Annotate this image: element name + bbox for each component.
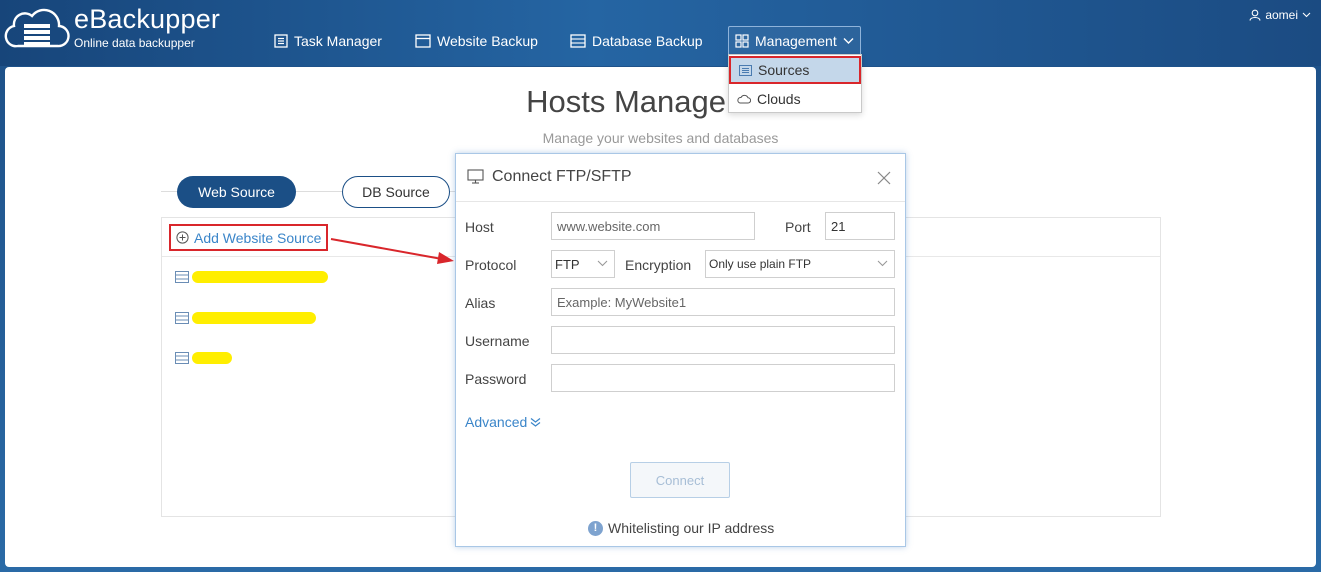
- encryption-label: Encryption: [625, 257, 692, 273]
- dialog-header: Connect FTP/SFTP: [456, 154, 905, 202]
- source-item[interactable]: [175, 310, 316, 326]
- browser-window-icon: [415, 34, 431, 48]
- nav-task-manager-label: Task Manager: [294, 33, 382, 49]
- annotation-arrow: [330, 238, 454, 264]
- monitor-icon: [467, 169, 484, 184]
- nav-management-label: Management: [755, 33, 837, 49]
- chevron-down-icon: [843, 38, 854, 44]
- info-icon: !: [588, 520, 603, 536]
- alias-input[interactable]: [551, 288, 895, 316]
- close-icon[interactable]: [876, 170, 892, 186]
- tab-web-source[interactable]: Web Source: [177, 176, 296, 208]
- server-icon: [175, 271, 189, 283]
- protocol-select[interactable]: FTP: [551, 250, 615, 278]
- encryption-value: Only use plain FTP: [709, 257, 812, 271]
- app-header: eBackupper Online data backupper Task Ma…: [0, 0, 1321, 66]
- redacted-source-name: [192, 271, 328, 283]
- chevron-down-icon: [877, 260, 888, 267]
- password-label: Password: [465, 371, 527, 387]
- host-input[interactable]: [551, 212, 755, 240]
- encryption-select[interactable]: Only use plain FTP: [705, 250, 895, 278]
- user-menu[interactable]: aomei: [1249, 8, 1311, 22]
- page-subtitle: Manage your websites and databases: [542, 130, 779, 146]
- nav-database-backup-label: Database Backup: [592, 33, 703, 49]
- tab-db-source[interactable]: DB Source: [342, 176, 450, 208]
- cloud-server-logo-icon: [4, 8, 70, 48]
- password-input[interactable]: [551, 364, 895, 392]
- list-icon: [739, 64, 752, 76]
- port-label: Port: [785, 219, 811, 235]
- add-website-source-label: Add Website Source: [194, 229, 322, 246]
- task-list-icon: [274, 34, 288, 48]
- database-rows-icon: [570, 34, 586, 48]
- nav-website-backup[interactable]: Website Backup: [415, 26, 538, 56]
- server-icon: [175, 352, 189, 364]
- whitelist-link[interactable]: ! Whitelisting our IP address: [588, 520, 774, 536]
- double-chevron-down-icon: [530, 417, 541, 427]
- menu-item-clouds-label: Clouds: [757, 91, 801, 107]
- username-label: Username: [465, 333, 530, 349]
- plus-circle-icon: [176, 231, 189, 244]
- menu-item-sources-label: Sources: [758, 62, 810, 78]
- advanced-toggle[interactable]: Advanced: [465, 414, 541, 430]
- menu-item-clouds[interactable]: Clouds: [729, 85, 861, 113]
- page-title: Hosts Management: [526, 84, 795, 119]
- nav-management[interactable]: Management: [728, 26, 861, 56]
- source-item[interactable]: [175, 350, 232, 366]
- server-icon: [175, 312, 189, 324]
- protocol-label: Protocol: [465, 257, 517, 273]
- redacted-source-name: [192, 312, 316, 324]
- alias-label: Alias: [465, 295, 496, 311]
- whitelist-label: Whitelisting our IP address: [608, 520, 775, 536]
- nav-task-manager[interactable]: Task Manager: [274, 26, 382, 56]
- cloud-icon: [737, 94, 751, 104]
- connect-button[interactable]: Connect: [630, 462, 730, 498]
- host-label: Host: [465, 219, 494, 235]
- source-item[interactable]: [175, 269, 328, 285]
- add-website-source-button[interactable]: Add Website Source: [169, 224, 329, 251]
- nav-database-backup[interactable]: Database Backup: [570, 26, 703, 56]
- advanced-label: Advanced: [465, 414, 528, 430]
- chevron-down-icon: [597, 260, 608, 267]
- user-name: aomei: [1265, 8, 1298, 22]
- nav-website-backup-label: Website Backup: [437, 33, 538, 49]
- redacted-source-name: [192, 352, 232, 364]
- port-input[interactable]: [825, 212, 895, 240]
- management-dropdown: Sources Clouds: [728, 54, 862, 113]
- protocol-value: FTP: [555, 256, 580, 272]
- username-input[interactable]: [551, 326, 895, 354]
- dialog-title: Connect FTP/SFTP: [492, 168, 632, 185]
- grid-icon: [735, 34, 749, 48]
- connect-ftp-dialog: Connect FTP/SFTP Host Port Protocol FTP …: [455, 153, 906, 547]
- brand-name: eBackupper: [74, 4, 221, 34]
- user-icon: [1249, 9, 1261, 21]
- menu-item-sources[interactable]: Sources: [729, 56, 861, 84]
- brand-tagline: Online data backupper: [74, 36, 195, 50]
- chevron-down-icon: [1302, 12, 1311, 18]
